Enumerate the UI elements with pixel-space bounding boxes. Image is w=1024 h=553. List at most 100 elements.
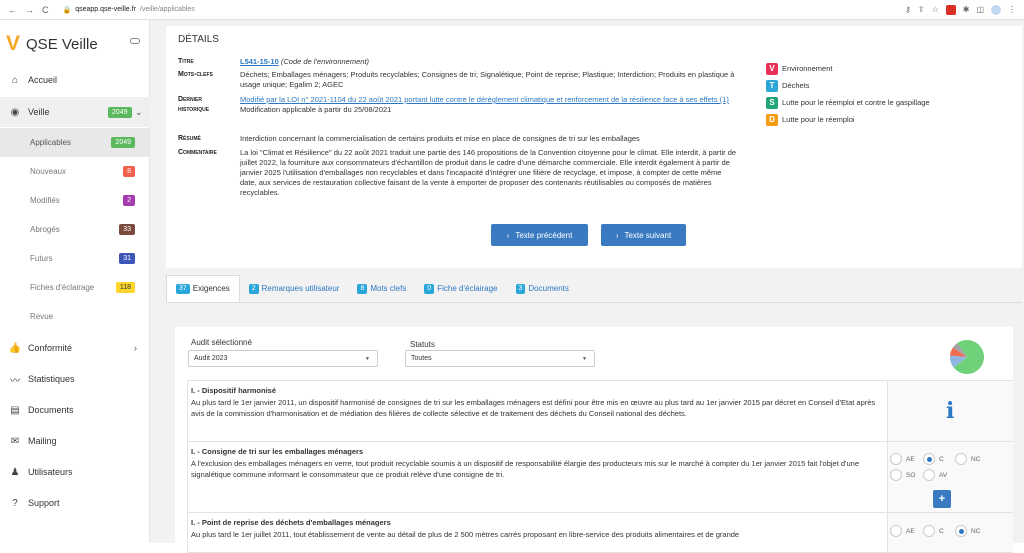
mots-clefs-value: Déchets; Emballages ménagers; Produits r… xyxy=(240,70,735,89)
requirement-title: I. - Dispositif harmonisé xyxy=(191,386,277,395)
share-icon[interactable]: ⇪ xyxy=(918,5,925,14)
plus-icon: + xyxy=(938,493,946,505)
address-bar[interactable]: 🔒 qseapp.qse-veille.fr/veille/applicable… xyxy=(63,6,195,14)
next-text-button[interactable]: › Texte suivant xyxy=(601,224,686,246)
chevron-right-icon: › xyxy=(134,343,137,353)
help-icon: ? xyxy=(12,497,18,509)
caret-down-icon: ▼ xyxy=(365,355,370,362)
modifies-badge: 2 xyxy=(123,195,135,206)
puzzle-icon[interactable]: ✱ xyxy=(963,5,970,14)
chevron-down-icon: ⌄ xyxy=(135,106,143,117)
tab-mots-clefs[interactable]: 8 Mots clefs xyxy=(348,275,415,302)
statuts-label: Statuts xyxy=(410,340,435,349)
sidebar-sub-modifies[interactable]: Modifiés 2 xyxy=(0,186,149,215)
themes-list: V Environnement T Déchets S Lutte pour le r… xyxy=(766,62,930,130)
requirement-title: I. - Point de reprise des déchets d'emba… xyxy=(191,518,391,527)
sidebar-item-accueil[interactable]: ⌂ Accueil xyxy=(0,65,150,95)
veille-count-badge: 2049 xyxy=(108,106,132,118)
audit-label: Audit sélectionné xyxy=(191,338,252,347)
key-icon[interactable]: ⚷ xyxy=(905,5,911,14)
requirement-status-cell: AE C NC xyxy=(887,513,1013,552)
browser-toolbar: ← → C 🔒 qseapp.qse-veille.fr/veille/appl… xyxy=(0,0,1024,20)
tab-remarques[interactable]: 2 Remarques utilisateur xyxy=(240,275,349,302)
tab-bar: 37 Exigences 2 Remarques utilisateur 8 Mots… xyxy=(166,275,1022,303)
pdf-extension-icon[interactable] xyxy=(945,4,956,15)
add-button[interactable]: + xyxy=(933,490,951,508)
sidebar-sub-abroges[interactable]: Abrogés 33 xyxy=(0,215,149,244)
titre-link[interactable]: L541-15-10 xyxy=(240,57,279,66)
back-icon[interactable]: ← xyxy=(8,5,17,15)
chevron-right-icon: › xyxy=(615,230,619,240)
radio-nc[interactable]: NC xyxy=(955,525,980,537)
sidebar-item-veille[interactable]: ◉ Veille 2049 ⌄ xyxy=(0,97,150,127)
tab-documents[interactable]: 3 Documents xyxy=(507,275,578,302)
audit-select[interactable]: Audit 2023 ▼ xyxy=(188,350,378,367)
chevron-left-icon: ‹ xyxy=(506,230,510,240)
row-historique: Dernier historique Modifié par la LOI n° … xyxy=(178,95,729,114)
forward-icon[interactable]: → xyxy=(25,5,34,15)
tab-fiche-eclairage[interactable]: 0 Fiche d'éclairage xyxy=(415,275,506,302)
radio-ae[interactable]: AE xyxy=(890,525,915,537)
titre-code: (Code de l'environnement) xyxy=(280,57,370,66)
details-heading: DÉTAILS xyxy=(178,34,219,45)
theme-dechets: T Déchets xyxy=(766,79,930,92)
sidebar-item-support[interactable]: ? Support xyxy=(0,488,150,518)
info-icon[interactable]: i xyxy=(946,398,954,424)
sidebar-sub-revue[interactable]: Revue xyxy=(0,302,149,331)
app-logo[interactable]: V QSE Veille xyxy=(6,32,98,55)
prev-text-button[interactable]: ‹ Texte précédent xyxy=(491,224,588,246)
home-icon: ⌂ xyxy=(11,74,19,86)
requirement-row: I. - Point de reprise des déchets d'emba… xyxy=(187,513,1013,553)
requirement-row: I. - Dispositif harmonisé Au plus tard le… xyxy=(187,380,1013,442)
sidebar-sub-nouveaux[interactable]: Nouveaux 8 xyxy=(0,157,149,186)
resume-value: Interdiction concernant la commercialisa… xyxy=(240,134,640,143)
nouveaux-badge: 8 xyxy=(123,166,135,177)
historique-link[interactable]: Modifié par la LOI n° 2021-1104 du 22 ao… xyxy=(240,95,729,104)
users-icon: ♟ xyxy=(10,466,20,478)
sidebar-item-mailing[interactable]: ✉ Mailing xyxy=(0,426,150,456)
reload-icon[interactable]: C xyxy=(42,5,49,15)
requirement-text: A l'exclusion des emballages ménagers en… xyxy=(191,459,859,479)
statuts-select[interactable]: Toutes ▼ xyxy=(405,350,595,367)
sidebar-panel-icon[interactable]: ◫ xyxy=(976,5,984,14)
sidebar-item-utilisateurs[interactable]: ♟ Utilisateurs xyxy=(0,457,150,487)
requirement-text: Au plus tard le 1er juillet 2011, tout é… xyxy=(191,530,740,539)
radio-nc[interactable]: NC xyxy=(955,453,980,465)
sidebar-item-statistiques[interactable]: 〰 Statistiques xyxy=(0,364,150,394)
radio-av[interactable]: AV xyxy=(923,469,947,481)
thumbs-up-icon: 👍 xyxy=(8,342,22,354)
status-pie-chart xyxy=(950,340,984,374)
theme-reemploi: D Lutte pour le réemploi xyxy=(766,113,930,126)
sidebar-item-conformite[interactable]: 👍 Conformité › xyxy=(0,333,150,363)
radio-ae[interactable]: AE xyxy=(890,453,915,465)
details-card: DÉTAILS Titre L541-15-10 (Code de l'envi… xyxy=(166,26,1022,268)
radio-c[interactable]: C xyxy=(923,525,944,537)
requirement-status-cell: i xyxy=(887,381,1013,441)
historique-note: Modification applicable à partir du 25/0… xyxy=(240,105,392,114)
eye-icon: ◉ xyxy=(10,106,20,118)
url-host: qseapp.qse-veille.fr xyxy=(75,6,136,13)
sidebar-toggle-icon[interactable] xyxy=(130,38,140,44)
kebab-menu-icon[interactable]: ⋮ xyxy=(1008,5,1016,14)
row-resume: Résumé Interdiction concernant la commer… xyxy=(178,134,738,144)
requirement-title: I. - Consigne de tri sur les emballages … xyxy=(191,447,364,456)
row-mots-clefs: Mots-clefs Déchets; Emballages ménagers;… xyxy=(178,70,738,90)
document-icon: ▤ xyxy=(10,404,20,416)
requirement-status-cell: AE C NC SO AV + xyxy=(887,442,1013,512)
sidebar-sub-applicables[interactable]: Applicables 2049 xyxy=(0,128,149,157)
fiches-badge: 118 xyxy=(115,282,135,293)
sidebar-sub-futurs[interactable]: Futurs 31 xyxy=(0,244,149,273)
radio-c[interactable]: C xyxy=(923,453,944,465)
avatar[interactable] xyxy=(991,4,1001,15)
radio-so[interactable]: SO xyxy=(890,469,915,481)
url-path: /veille/applicables xyxy=(139,6,195,13)
sidebar-sub-fiches-eclairage[interactable]: Fiches d'éclairage 118 xyxy=(0,273,149,302)
tab-exigences[interactable]: 37 Exigences xyxy=(166,275,240,302)
logo-v-icon: V xyxy=(6,32,21,55)
abroges-badge: 33 xyxy=(119,224,135,235)
sidebar-item-documents[interactable]: ▤ Documents xyxy=(0,395,150,425)
sidebar: V QSE Veille ⌂ Accueil ◉ Veille 2049 ⌄ A… xyxy=(0,20,150,543)
star-icon[interactable]: ☆ xyxy=(932,5,939,14)
exigences-panel: Audit sélectionné Audit 2023 ▼ Statuts To… xyxy=(175,327,1013,553)
requirement-row: I. - Consigne de tri sur les emballages … xyxy=(187,442,1013,513)
